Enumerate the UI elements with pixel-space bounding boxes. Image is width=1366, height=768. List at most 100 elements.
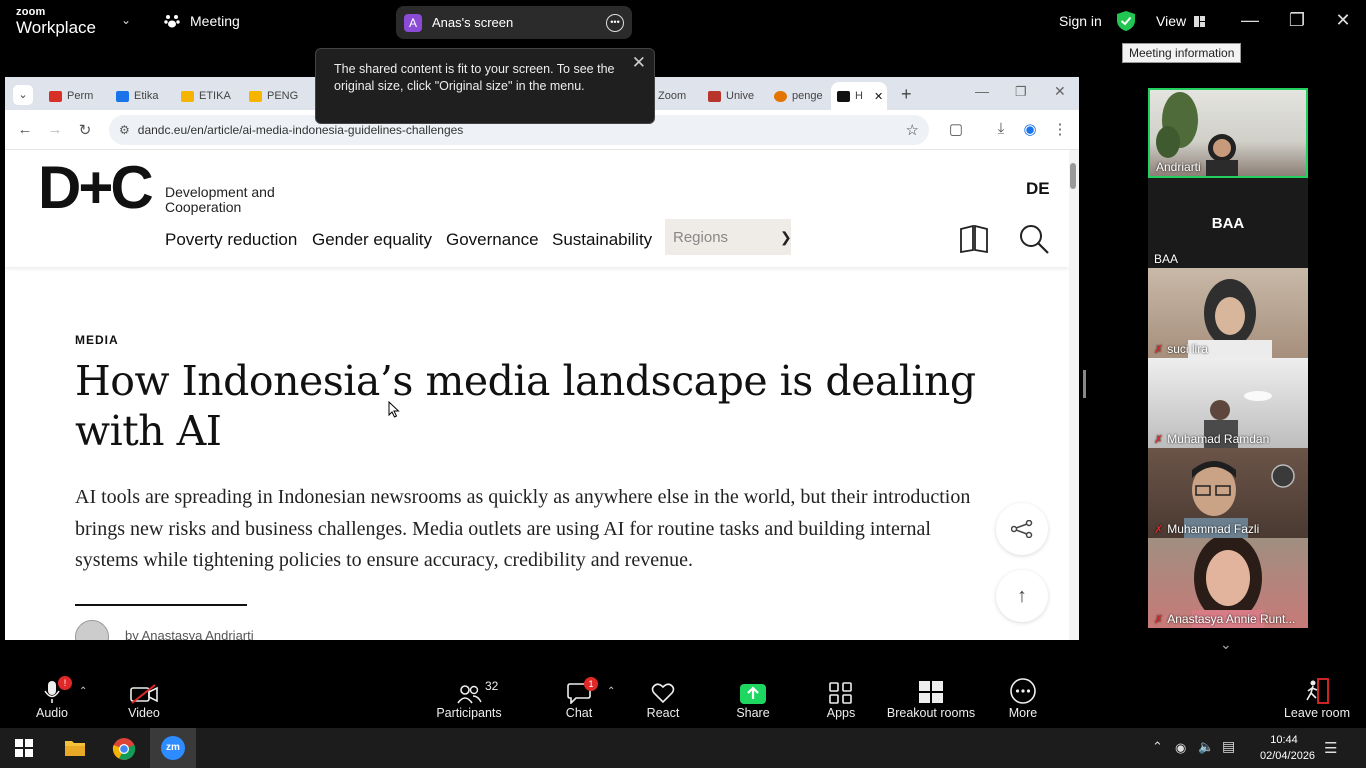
minimize-window-icon[interactable]: — (1238, 10, 1262, 31)
video-off-icon (99, 676, 189, 704)
magazine-book-icon[interactable] (959, 224, 989, 258)
dc-site-icon (837, 90, 850, 102)
browser-tab[interactable]: Unive (702, 82, 764, 110)
nav-gender-equality[interactable]: Gender equality (312, 230, 432, 250)
taskbar-clock[interactable]: 10:44 02/04/2026 (1260, 732, 1315, 764)
video-button[interactable]: Video (99, 676, 189, 720)
restore-window-icon[interactable]: ❐ (1285, 10, 1309, 31)
nav-sustainability[interactable]: Sustainability (552, 230, 652, 250)
breakout-rooms-button[interactable]: Breakout rooms (881, 676, 981, 720)
share-icon[interactable] (996, 503, 1048, 555)
paw-icon (164, 15, 180, 28)
volume-icon[interactable]: 🔈 (1198, 739, 1214, 755)
browser-tab[interactable]: Perm (43, 82, 105, 110)
extensions-icon[interactable]: ▢ (945, 120, 967, 138)
article-category[interactable]: MEDIA (75, 333, 119, 347)
browser-tab-active[interactable]: H ✕ (831, 82, 887, 110)
video-tile-muhamad-ramdan[interactable]: ✗ Muhamad Ramdan (1148, 358, 1308, 448)
windows-start-icon[interactable] (15, 739, 33, 762)
logo-subtitle: Development and Cooperation (165, 184, 275, 215)
browser-tab[interactable]: ETIKA (175, 82, 241, 110)
fit-to-screen-notice: The shared content is fit to your screen… (315, 48, 655, 124)
view-label: View (1156, 13, 1187, 29)
chevron-down-icon[interactable]: ⌄ (121, 13, 131, 27)
leave-room-icon (1272, 676, 1362, 704)
audio-options-chevron-icon[interactable]: ⌃ (79, 686, 87, 697)
back-icon[interactable]: ← (14, 121, 36, 138)
close-notice-icon[interactable]: ✕ (632, 54, 646, 71)
video-tile-suci-lira[interactable]: ✗ suci lira (1148, 268, 1308, 358)
participants-count: 32 (485, 679, 499, 693)
chat-button[interactable]: Chat 1 (534, 676, 624, 720)
chevron-down-icon[interactable]: ⌄ (1220, 636, 1232, 653)
nav-poverty-reduction[interactable]: Poverty reduction (165, 230, 297, 250)
leave-room-button[interactable]: Leave room (1272, 676, 1362, 720)
slides-icon (181, 90, 194, 102)
tab-label: Perm (67, 90, 94, 102)
reload-icon[interactable]: ↻ (74, 121, 96, 139)
scrollbar-thumb[interactable] (1070, 163, 1076, 189)
close-tab-icon[interactable]: ✕ (874, 90, 883, 103)
participants-button[interactable]: Participants 32 (424, 676, 514, 720)
site-info-icon[interactable]: ⚙ (119, 123, 130, 137)
article-byline[interactable]: by Anastasya Andriarti (125, 628, 254, 640)
apps-icon (796, 676, 886, 704)
sign-in-link[interactable]: Sign in (1059, 13, 1102, 29)
browser-tab[interactable]: PENG (243, 82, 313, 110)
site-header: D+C Development and Cooperation DE Pover… (5, 150, 1069, 267)
browser-menu-icon[interactable]: ⋮ (1049, 120, 1071, 138)
browser-close-icon[interactable]: ✕ (1054, 83, 1066, 100)
profile-icon[interactable]: ◉ (1019, 120, 1041, 138)
react-button[interactable]: React (618, 676, 708, 720)
bookmark-star-icon[interactable]: ☆ (906, 121, 919, 139)
video-tile-anastasya[interactable]: ✗ Anastasya Annie Runt... (1148, 538, 1308, 628)
file-explorer-icon[interactable] (64, 738, 86, 763)
record-icon[interactable]: ◉ (1175, 740, 1186, 756)
forward-icon[interactable]: → (44, 121, 66, 138)
page-scrollbar[interactable] (1069, 150, 1079, 640)
participant-name: BAA (1154, 252, 1179, 266)
search-icon[interactable] (1018, 223, 1050, 260)
participants-icon (424, 676, 514, 704)
scroll-to-top-icon[interactable]: ↑ (996, 570, 1048, 622)
meeting-menu-button[interactable]: Meeting (164, 13, 240, 29)
chat-options-chevron-icon[interactable]: ⌃ (607, 686, 615, 697)
language-switch[interactable]: DE (1026, 179, 1050, 199)
author-avatar (75, 620, 109, 640)
notifications-icon[interactable]: ☰ (1324, 739, 1337, 757)
browser-tab[interactable]: Etika (110, 82, 172, 110)
video-tile-muhammad-fazli[interactable]: ✗ Muhammad Fazli (1148, 448, 1308, 538)
gmail-icon (49, 90, 62, 102)
share-screen-button[interactable]: Share (708, 676, 798, 720)
share-owner-pill[interactable]: A Anas's screen ••• (396, 6, 632, 39)
download-icon[interactable]: ⤓ (990, 120, 1012, 137)
new-tab-icon[interactable]: + (901, 84, 912, 105)
regions-dropdown[interactable]: Regions ❯ (665, 219, 792, 255)
view-button[interactable]: View (1156, 13, 1206, 29)
encryption-shield-icon[interactable] (1117, 11, 1135, 36)
panel-resize-handle[interactable] (1083, 370, 1086, 398)
browser-tab[interactable]: penge (768, 82, 830, 110)
more-options-icon[interactable]: ••• (606, 13, 624, 32)
tab-search-icon[interactable]: ⌄ (13, 85, 33, 105)
video-tile-baa[interactable]: BAA BAA (1148, 178, 1308, 268)
university-icon (708, 90, 721, 102)
zoom-taskbar-button[interactable]: zm (150, 728, 196, 768)
more-button[interactable]: More (978, 676, 1068, 720)
url-text: dandc.eu/en/article/ai-media-indonesia-g… (137, 123, 464, 137)
video-tile-andriarti[interactable]: Andriarti (1148, 88, 1308, 178)
chrome-icon[interactable] (112, 737, 136, 766)
chevron-down-icon: ❯ (780, 228, 792, 245)
nav-governance[interactable]: Governance (446, 230, 539, 250)
heart-icon (618, 676, 708, 704)
audio-button[interactable]: Audio ! (7, 676, 97, 720)
apps-button[interactable]: Apps (796, 676, 886, 720)
browser-restore-icon[interactable]: ❐ (1015, 84, 1027, 100)
tray-chevron-icon[interactable]: ⌃ (1152, 739, 1163, 755)
dc-logo[interactable]: D+C (38, 158, 154, 218)
network-icon[interactable]: ▤ (1222, 738, 1235, 755)
browser-minimize-icon[interactable]: — (975, 83, 989, 99)
close-window-icon[interactable]: ✕ (1331, 10, 1355, 31)
audio-label: Audio (36, 706, 68, 720)
slides-icon (249, 90, 262, 102)
